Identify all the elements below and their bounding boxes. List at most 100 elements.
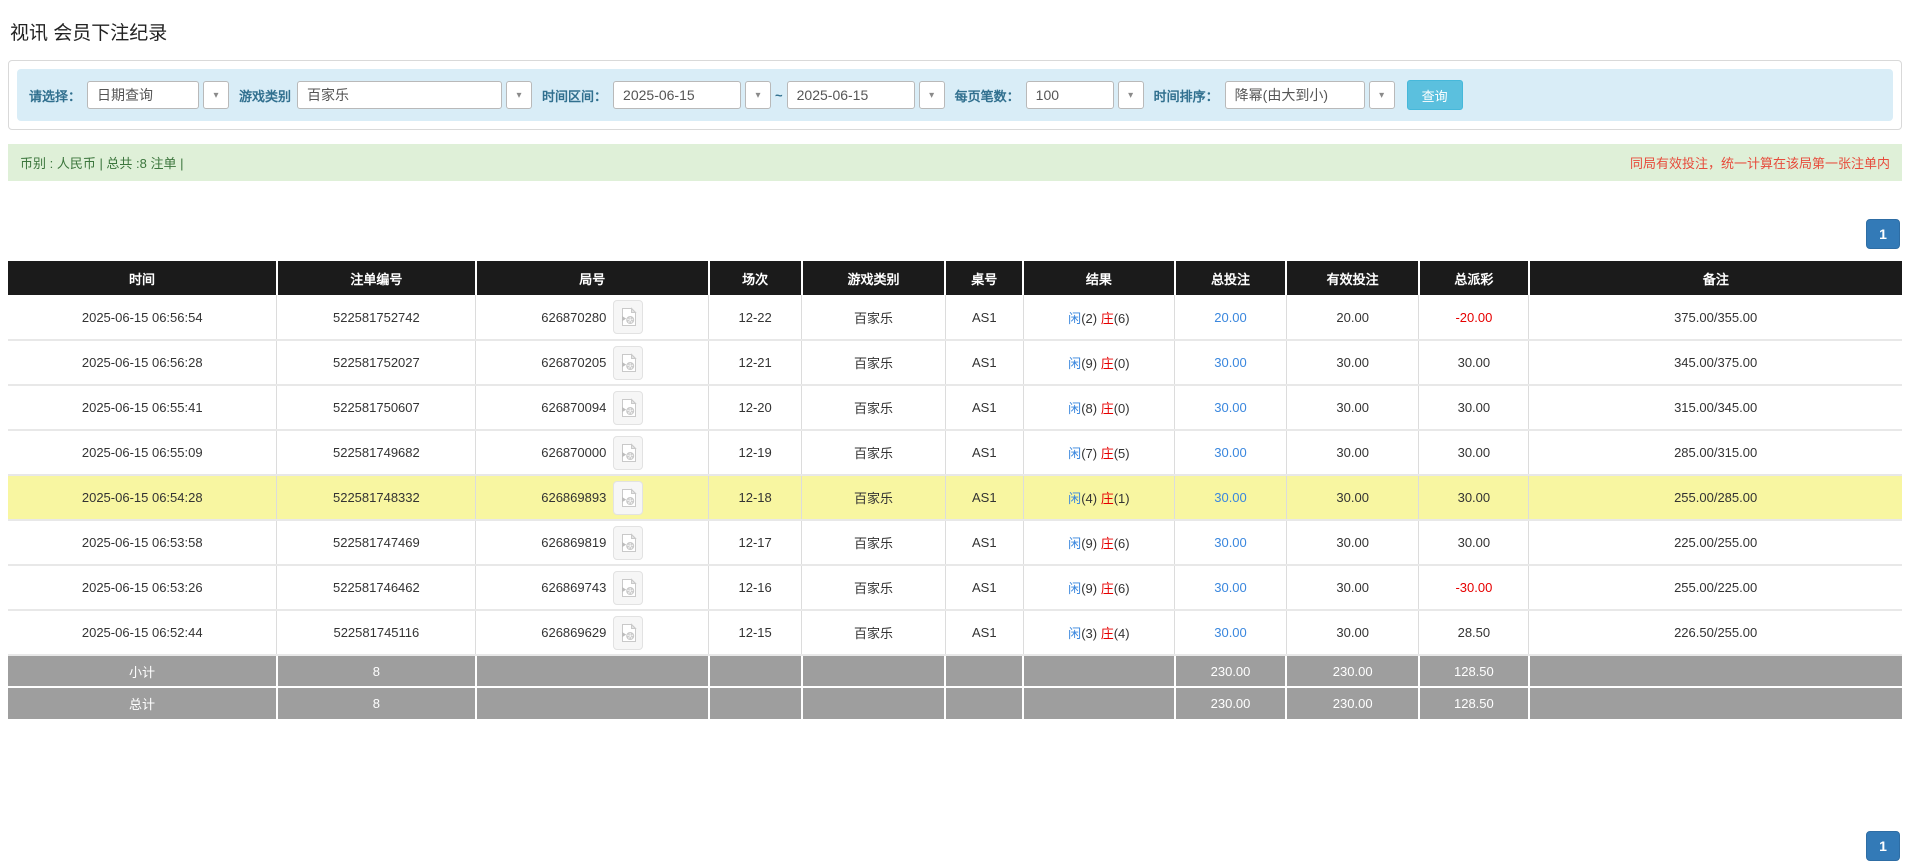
total-cell-5 [802, 687, 946, 719]
query-type-value[interactable]: 日期查询 [87, 81, 199, 109]
chevron-down-icon[interactable]: ▾ [919, 81, 945, 109]
cell-result: 闲(3) 庄(4) [1023, 610, 1175, 655]
table-header-row: 时间注单编号局号场次游戏类别桌号结果总投注有效投注总派彩备注 [8, 261, 1902, 295]
video-button[interactable] [613, 481, 643, 515]
result-banker-label: 庄 [1101, 356, 1114, 371]
time-sort-select[interactable]: 降幂(由大到小) ▾ [1225, 81, 1395, 109]
result-banker-label: 庄 [1101, 491, 1114, 506]
cell-bet-id: 522581749682 [277, 430, 476, 475]
chevron-down-icon[interactable]: ▾ [745, 81, 771, 109]
column-header-11: 备注 [1529, 261, 1902, 295]
table-row: 2025-06-15 06:54:28522581748332626869893… [8, 475, 1902, 520]
page-size-select[interactable]: 100 ▾ [1026, 81, 1144, 109]
date-to-value[interactable]: 2025-06-15 [787, 81, 915, 109]
cell-round-id: 626870000 [476, 430, 709, 475]
page-button-bottom[interactable]: 1 [1866, 831, 1900, 861]
cell-payout: 30.00 [1419, 340, 1529, 385]
video-file-icon [620, 623, 637, 643]
date-from-value[interactable]: 2025-06-15 [613, 81, 741, 109]
time-sort-value[interactable]: 降幂(由大到小) [1225, 81, 1365, 109]
cell-round-id: 626870280 [476, 295, 709, 340]
page-title: 视讯 会员下注纪录 [10, 18, 1902, 45]
date-from-select[interactable]: 2025-06-15 ▾ [613, 81, 771, 109]
game-type-select[interactable]: 百家乐 ▾ [297, 81, 532, 109]
video-button[interactable] [613, 436, 643, 470]
cell-total-bet[interactable]: 30.00 [1175, 565, 1287, 610]
cell-valid-bet: 30.00 [1286, 475, 1419, 520]
date-to-select[interactable]: 2025-06-15 ▾ [787, 81, 945, 109]
video-button[interactable] [613, 300, 643, 334]
cell-total-bet[interactable]: 30.00 [1175, 385, 1287, 430]
subtotal-cell-6 [945, 655, 1023, 687]
table-row: 2025-06-15 06:55:41522581750607626870094… [8, 385, 1902, 430]
video-button[interactable] [613, 391, 643, 425]
video-button[interactable] [613, 571, 643, 605]
total-cell-10: 128.50 [1419, 687, 1529, 719]
chevron-down-icon[interactable]: ▾ [1118, 81, 1144, 109]
cell-note: 375.00/355.00 [1529, 295, 1902, 340]
cell-game: 百家乐 [802, 565, 946, 610]
chevron-down-icon[interactable]: ▾ [203, 81, 229, 109]
video-button[interactable] [613, 526, 643, 560]
result-banker-label: 庄 [1101, 446, 1114, 461]
video-button[interactable] [613, 616, 643, 650]
cell-total-bet[interactable]: 30.00 [1175, 520, 1287, 565]
page-button-1[interactable]: 1 [1866, 219, 1900, 249]
cell-round-id: 626869629 [476, 610, 709, 655]
subtotal-row: 小计8230.00230.00128.50 [8, 655, 1902, 687]
chevron-down-icon[interactable]: ▾ [506, 81, 532, 109]
cell-game: 百家乐 [802, 430, 946, 475]
cell-game: 百家乐 [802, 610, 946, 655]
cell-bet-id: 522581750607 [277, 385, 476, 430]
table-header: 时间注单编号局号场次游戏类别桌号结果总投注有效投注总派彩备注 [8, 261, 1902, 295]
game-type-value[interactable]: 百家乐 [297, 81, 502, 109]
cell-total-bet[interactable]: 30.00 [1175, 430, 1287, 475]
cell-total-bet[interactable]: 30.00 [1175, 610, 1287, 655]
table-row: 2025-06-15 06:53:58522581747469626869819… [8, 520, 1902, 565]
search-button[interactable]: 查询 [1407, 80, 1463, 110]
video-file-icon [620, 307, 637, 327]
cell-round-id: 626869743 [476, 565, 709, 610]
query-type-select[interactable]: 日期查询 ▾ [87, 81, 229, 109]
cell-session: 12-16 [709, 565, 802, 610]
subtotal-cell-5 [802, 655, 946, 687]
round-id-text: 626870000 [541, 445, 606, 460]
chevron-down-icon[interactable]: ▾ [1369, 81, 1395, 109]
cell-result: 闲(2) 庄(6) [1023, 295, 1175, 340]
cell-total-bet[interactable]: 20.00 [1175, 295, 1287, 340]
subtotal-cell-10: 128.50 [1419, 655, 1529, 687]
cell-table: AS1 [945, 475, 1023, 520]
cell-result: 闲(4) 庄(1) [1023, 475, 1175, 520]
subtotal-cell-4 [709, 655, 802, 687]
page-size-value[interactable]: 100 [1026, 81, 1114, 109]
cell-payout: -30.00 [1419, 565, 1529, 610]
round-id-text: 626869629 [541, 625, 606, 640]
total-cell-3 [476, 687, 709, 719]
video-button[interactable] [613, 346, 643, 380]
table-row: 2025-06-15 06:55:09522581749682626870000… [8, 430, 1902, 475]
subtotal-cell-11 [1529, 655, 1902, 687]
cell-note: 345.00/375.00 [1529, 340, 1902, 385]
total-cell-7 [1023, 687, 1175, 719]
filter-label-date-range: 时间区间： [542, 86, 607, 105]
cell-time: 2025-06-15 06:53:58 [8, 520, 277, 565]
cell-time: 2025-06-15 06:52:44 [8, 610, 277, 655]
subtotal-cell-2: 8 [277, 655, 476, 687]
video-file-icon [620, 488, 637, 508]
cell-table: AS1 [945, 295, 1023, 340]
cell-session: 12-17 [709, 520, 802, 565]
subtotal-cell-1: 小计 [8, 655, 277, 687]
column-header-8: 总投注 [1175, 261, 1287, 295]
video-file-icon [620, 443, 637, 463]
result-player-label: 闲 [1068, 491, 1081, 506]
cell-note: 225.00/255.00 [1529, 520, 1902, 565]
cell-game: 百家乐 [802, 475, 946, 520]
cell-game: 百家乐 [802, 520, 946, 565]
currency-summary: 币别 : 人民币 | 总共 :8 注单 | [20, 153, 184, 172]
column-header-2: 注单编号 [277, 261, 476, 295]
cell-payout: 30.00 [1419, 475, 1529, 520]
cell-note: 315.00/345.00 [1529, 385, 1902, 430]
cell-total-bet[interactable]: 30.00 [1175, 475, 1287, 520]
cell-total-bet[interactable]: 30.00 [1175, 340, 1287, 385]
result-banker-label: 庄 [1101, 626, 1114, 641]
